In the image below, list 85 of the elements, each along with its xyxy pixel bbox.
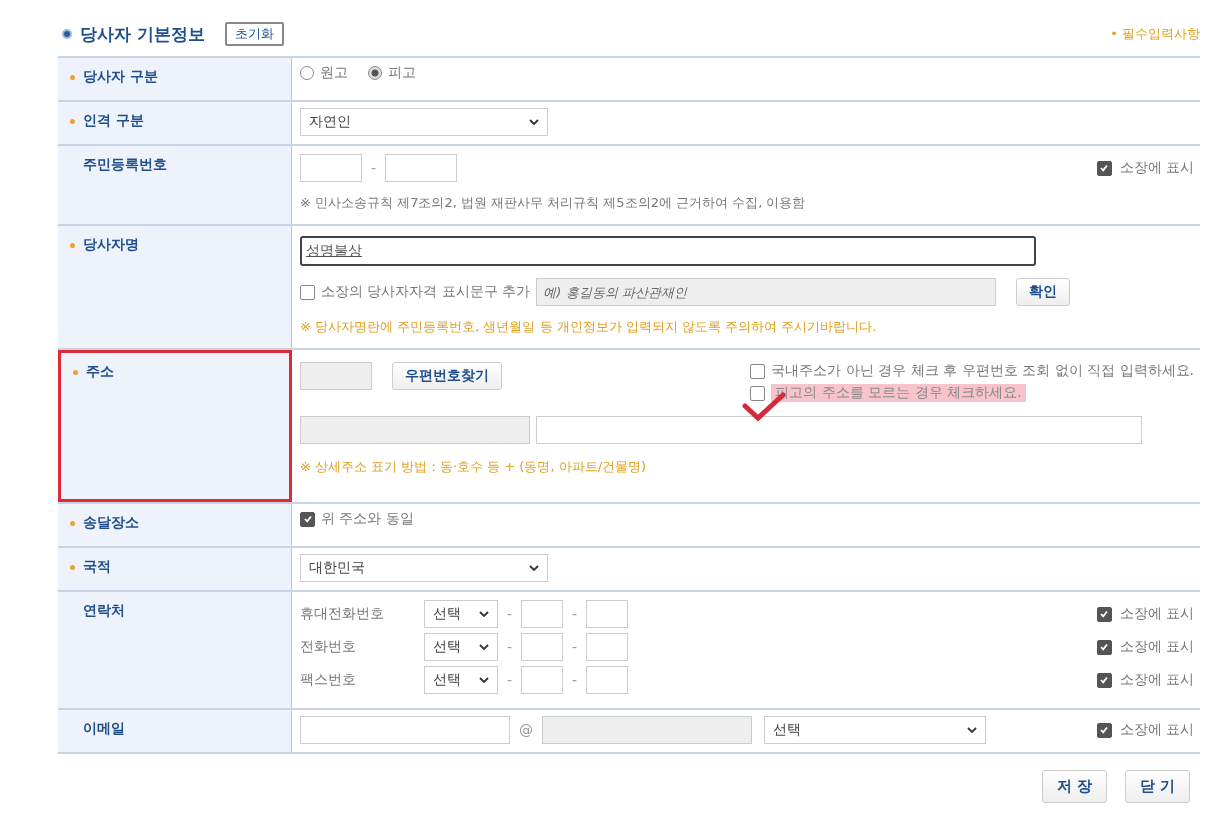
warning-note: ※ 당사자명란에 주민등록번호, 생년월일 등 개인정보가 입력되지 않도록 주의하여 주시기바랍니다. [300,318,878,336]
checkmark-icon [302,514,313,524]
dash-separator: - [571,639,579,655]
reset-button[interactable]: 초기화 [224,22,284,46]
dash-separator: - [506,672,514,688]
bullet-icon [62,29,72,39]
checkbox-label: 소장에 표시 [1119,638,1194,656]
dash-separator: - [506,639,514,655]
required-note: • 필수입력사항 [1110,25,1200,43]
radio-button[interactable] [368,66,382,80]
checkbox-label: 소장에 표시 [1119,671,1194,689]
checkmark-icon [1099,609,1110,619]
checkbox[interactable] [1096,639,1112,655]
input-field[interactable] [385,154,458,182]
checkmark-icon [1099,675,1110,685]
field-label: 송달장소 [83,514,139,532]
checkbox[interactable] [750,363,766,379]
field-label: 당사자명 [83,236,139,254]
address-input[interactable] [300,416,530,444]
contact-label: 팩스번호 [300,671,357,689]
checkbox[interactable] [1096,722,1112,738]
input-field[interactable] [586,633,629,661]
select-dropdown[interactable]: 선택 [424,666,498,694]
radio-label: 피고 [388,64,416,82]
dash-separator: - [506,606,514,622]
section-title: 당사자 기본정보 [80,22,205,46]
chevron-down-icon [479,611,489,617]
checkbox-label: 소장에 표시 [1119,721,1194,739]
checkbox[interactable] [1096,606,1112,622]
input-field[interactable] [586,666,629,694]
name-input[interactable]: 성명불상 [300,236,1036,266]
dash-separator: - [571,606,579,622]
checkbox-label: 국내주소가 아닌 경우 체크 후 우편번호 조회 없이 직접 입력하세요. [771,362,1194,380]
select-dropdown[interactable]: 선택 [764,716,986,744]
confirm-button[interactable]: 확인 [1016,278,1071,306]
field-label: 이메일 [83,720,125,738]
form-button[interactable]: 닫 기 [1124,770,1190,803]
chevron-down-icon [479,644,489,650]
zip-search-button[interactable]: 우편번호찾기 [392,362,502,390]
form-button[interactable]: 저 장 [1041,770,1107,803]
select-dropdown[interactable]: 대한민국 [300,554,548,582]
field-label: 주소 [86,363,114,381]
checkbox-label: 소장에 표시 [1119,605,1194,623]
checkmark-icon [1099,725,1110,735]
detail-address-input[interactable] [536,416,1142,444]
at-sign: @ [518,722,534,738]
checkbox[interactable] [750,385,766,401]
chevron-down-icon [529,119,539,125]
field-label: 국적 [83,558,111,576]
input-field[interactable] [300,154,362,182]
info-note: ※ 민사소송규칙 제7조의2, 법원 재판사무 처리규칙 제5조의2에 근거하여 수집, 이용함 [300,194,807,212]
select-dropdown[interactable]: 자연인 [300,108,548,136]
input-field[interactable] [586,600,629,628]
email-id-input[interactable] [300,716,510,744]
chevron-down-icon [529,565,539,571]
checkbox[interactable] [1096,160,1112,176]
checkbox[interactable] [300,511,315,527]
select-dropdown[interactable]: 선택 [424,633,498,661]
input-field[interactable] [521,600,564,628]
checkbox-label: 위 주소와 동일 [321,510,414,528]
contact-label: 휴대전화번호 [300,605,385,623]
input-field[interactable] [521,666,564,694]
checkbox[interactable] [1096,672,1112,688]
contact-label: 전화번호 [300,638,357,656]
checkmark-icon [1099,642,1110,652]
dash-separator: - [370,160,378,176]
field-label: 당사자 구분 [83,68,158,86]
qualifier-input[interactable]: 예) 홍길동의 파산관재인 [536,278,997,306]
radio-button[interactable] [300,66,314,80]
radio-label: 원고 [320,64,348,82]
select-dropdown[interactable]: 선택 [424,600,498,628]
dash-separator: - [571,672,579,688]
checkmark-icon [1099,163,1110,173]
field-label: 인격 구분 [83,112,144,130]
chevron-down-icon [479,677,489,683]
checkbox-label: 소장의 당사자자격 표시문구 추가 [321,283,531,301]
email-domain-input[interactable] [542,716,752,744]
zip-input[interactable] [300,362,372,390]
field-label: 주민등록번호 [83,156,167,174]
chevron-down-icon [967,727,977,733]
field-label: 연락처 [83,602,125,620]
warning-note: ※ 상세주소 표기 방법 : 동·호수 등 + (동명, 아파트/건물명) [300,458,648,476]
checkbox-label: 소장에 표시 [1119,159,1194,177]
checkbox[interactable] [300,284,315,300]
input-field[interactable] [521,633,564,661]
